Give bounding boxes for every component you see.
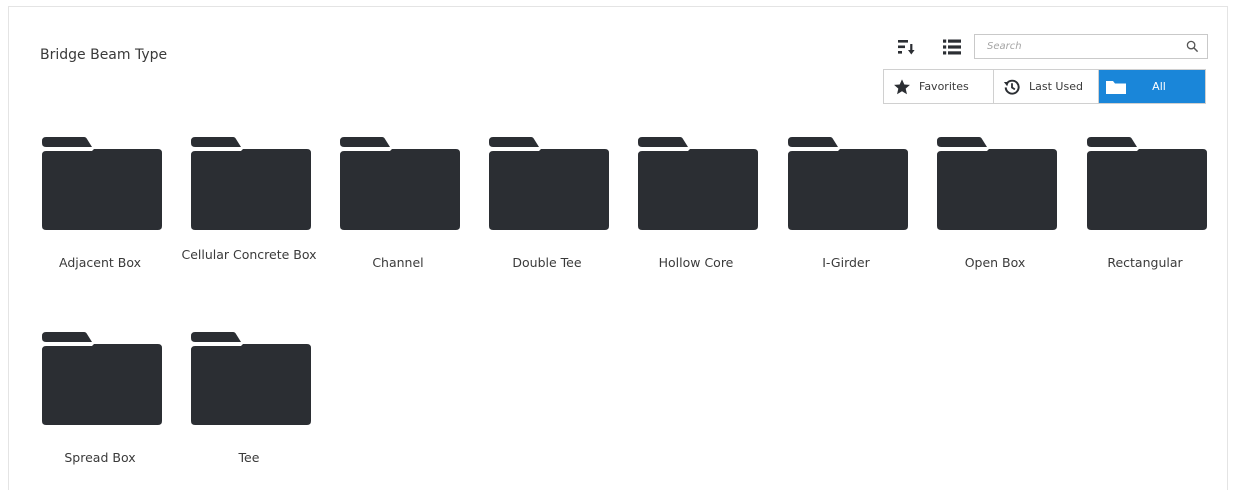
folder-icon (42, 137, 162, 230)
all-filter-button[interactable]: All (1098, 70, 1205, 103)
folder-icon (1106, 80, 1126, 94)
search-input[interactable] (975, 35, 1187, 58)
folder-icon (340, 137, 460, 230)
folder-label: Rectangular (1107, 255, 1183, 270)
favorites-filter-button[interactable]: Favorites (884, 70, 993, 103)
folder-icon (1087, 137, 1207, 230)
folder-item[interactable]: Tee (174, 332, 324, 492)
folder-icon (937, 137, 1057, 230)
sort-descending-icon[interactable] (896, 37, 916, 57)
filter-segmented-control: Favorites Last Used All (883, 69, 1206, 104)
folder-item[interactable]: Open Box (920, 137, 1070, 297)
folder-label: Cellular Concrete Box (181, 247, 317, 262)
folder-icon (489, 137, 609, 230)
history-icon (1003, 79, 1020, 95)
folder-label: Hollow Core (658, 255, 734, 270)
search-box (974, 34, 1208, 59)
list-view-icon[interactable] (942, 37, 962, 57)
folder-item[interactable]: Spread Box (25, 332, 175, 492)
folder-item[interactable]: Cellular Concrete Box (174, 137, 324, 297)
folder-item[interactable]: I-Girder (771, 137, 921, 297)
star-icon (894, 78, 910, 94)
folder-label: Adjacent Box (59, 255, 141, 270)
favorites-label: Favorites (919, 80, 969, 93)
folder-icon (42, 332, 162, 425)
folder-item[interactable]: Adjacent Box (25, 137, 175, 297)
folder-label: Tee (238, 450, 260, 465)
last-used-filter-button[interactable]: Last Used (993, 70, 1098, 103)
folder-label: Open Box (964, 255, 1026, 270)
folder-icon (788, 137, 908, 230)
page-title: Bridge Beam Type (40, 47, 168, 63)
folder-icon (638, 137, 758, 230)
folder-item[interactable]: Hollow Core (621, 137, 771, 297)
folder-icon (191, 332, 311, 425)
folder-label: Channel (372, 255, 424, 270)
folder-icon (191, 137, 311, 230)
folder-label: Spread Box (64, 450, 136, 465)
search-icon[interactable] (1186, 40, 1199, 53)
all-label: All (1152, 80, 1166, 93)
last-used-label: Last Used (1029, 80, 1083, 93)
folder-label: Double Tee (512, 255, 582, 270)
folder-label: I-Girder (822, 255, 870, 270)
folder-item[interactable]: Rectangular (1070, 137, 1220, 297)
folder-item[interactable]: Double Tee (472, 137, 622, 297)
folder-item[interactable]: Channel (323, 137, 473, 297)
